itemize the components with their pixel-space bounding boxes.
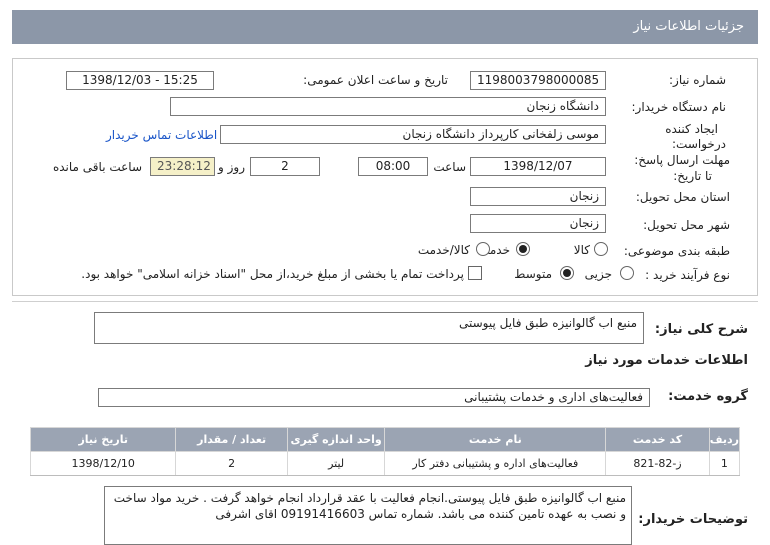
col-qty-header: تعداد / مقدار <box>175 427 288 452</box>
col-row-header: ردیف <box>708 427 741 452</box>
process-medium-radio[interactable] <box>560 266 574 280</box>
category-service-radio[interactable] <box>516 242 530 256</box>
province-field: زنجان <box>470 187 606 206</box>
cell-date: 1398/12/10 <box>29 451 177 476</box>
need-details-page: جزئیات اطلاعات نیاز شماره نیاز: 11980037… <box>0 0 770 545</box>
days-label: روز و <box>218 160 245 174</box>
summary-field: منبع اب گالوانیزه طبق فایل پیوستی <box>94 312 644 344</box>
announce-label: تاریخ و ساعت اعلان عمومی: <box>303 73 448 87</box>
col-date-header: تاریخ نیاز <box>29 427 177 452</box>
creator-label-line1: ایجاد کننده <box>665 122 718 136</box>
divider <box>12 301 758 302</box>
cell-name: فعالیت‌های اداره و پشتیبانی دفتر کار <box>384 451 607 476</box>
days-remaining-field: 2 <box>250 157 320 176</box>
process-minor-label: جزیی <box>584 267 612 281</box>
creator-label-line2: درخواست: <box>672 137 726 151</box>
services-heading: اطلاعات خدمات مورد نیاز <box>585 353 748 368</box>
time-remaining-field: 23:28:12 <box>150 157 215 176</box>
city-field: زنجان <box>470 214 606 233</box>
process-medium-label: متوسط <box>514 267 552 281</box>
buyer-notes-label: توضیحات خریدار: <box>638 512 748 527</box>
service-group-label: گروه خدمت: <box>668 389 748 404</box>
treasury-payment-checkbox[interactable] <box>468 266 482 280</box>
page-title: جزئیات اطلاعات نیاز <box>12 10 758 44</box>
cell-row: 1 <box>708 451 741 476</box>
city-label: شهر محل تحویل: <box>643 218 730 232</box>
table-header-row: ردیف کد خدمت نام خدمت واحد اندازه گیری ت… <box>29 427 741 452</box>
time-remaining-label: ساعت باقی مانده <box>52 160 142 174</box>
category-goods-service-label: کالا/خدمت <box>417 243 470 257</box>
deadline-hour-field: 08:00 <box>358 157 428 176</box>
deadline-hour-label: ساعت <box>433 160 466 174</box>
deadline-label-line1: مهلت ارسال پاسخ: <box>634 153 730 167</box>
cell-unit: لیتر <box>286 451 386 476</box>
table-row: 1 ز-82-821 فعالیت‌های اداره و پشتیبانی د… <box>29 451 741 476</box>
services-table: ردیف کد خدمت نام خدمت واحد اندازه گیری ت… <box>29 427 741 476</box>
service-group-field: فعالیت‌های اداری و خدمات پشتیبانی <box>98 388 650 407</box>
cell-qty: 2 <box>175 451 288 476</box>
buyer-label: نام دستگاه خریدار: <box>631 100 727 114</box>
cell-code: ز-82-821 <box>605 451 710 476</box>
summary-label: شرح کلی نیاز: <box>654 322 748 337</box>
process-label: نوع فرآیند خرید : <box>645 268 730 282</box>
category-goods-radio[interactable] <box>594 242 608 256</box>
announce-field: 1398/12/03 - 15:25 <box>66 71 214 90</box>
category-goods-service-radio[interactable] <box>476 242 490 256</box>
category-goods-label: کالا <box>573 243 590 257</box>
deadline-label-line2: تا تاریخ: <box>673 169 712 183</box>
category-label: طبقه بندی موضوعی: <box>623 244 730 258</box>
deadline-date-field: 1398/12/07 <box>470 157 606 176</box>
col-code-header: کد خدمت <box>605 427 710 452</box>
creator-field: موسی زلفخانی کارپرداز دانشگاه زنجان <box>220 125 606 144</box>
need-info-panel <box>12 58 758 296</box>
col-unit-header: واحد اندازه گیری <box>286 427 386 452</box>
col-name-header: نام خدمت <box>384 427 607 452</box>
need-number-label: شماره نیاز: <box>669 73 726 87</box>
buyer-field: دانشگاه زنجان <box>170 97 606 116</box>
treasury-payment-note: پرداخت تمام یا بخشی از مبلغ خرید،از محل … <box>81 267 464 281</box>
buyer-notes-field: منبع اب گالوانیزه طبق فایل پیوستی.انجام … <box>104 486 632 545</box>
process-minor-radio[interactable] <box>620 266 634 280</box>
province-label: استان محل تحویل: <box>635 190 730 204</box>
need-number-field: 1198003798000085 <box>470 71 606 90</box>
buyer-contact-link[interactable]: اطلاعات تماس خریدار <box>106 128 217 142</box>
